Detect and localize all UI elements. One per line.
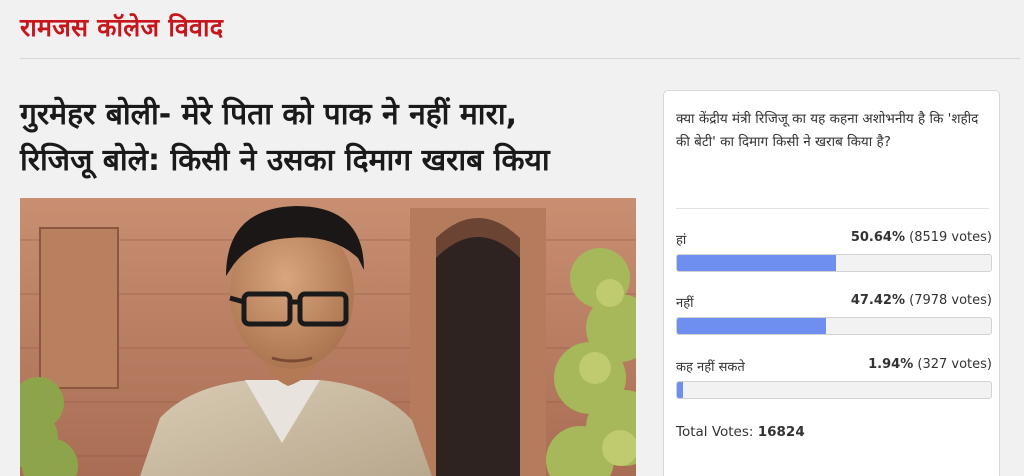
article-photo[interactable] <box>20 198 636 476</box>
poll-divider <box>676 208 989 209</box>
opinion-poll-widget: क्या केंद्रीय मंत्री रिजिजू का यह कहना अ… <box>663 90 1000 476</box>
poll-option-percent: 1.94% <box>868 357 914 372</box>
poll-option-votes: (7978 votes) <box>909 293 992 308</box>
poll-option-percent: 47.42% <box>850 293 905 308</box>
headline-line-1: गुरमेहर बोली- मेरे पिता को पाक ने नहीं म… <box>20 97 518 132</box>
poll-bar-fill <box>677 382 684 398</box>
poll-option-label: हां <box>676 233 687 248</box>
poll-option-stats: 47.42% (7978 votes) <box>851 293 992 308</box>
topic-header: रामजस कॉलेज विवाद <box>0 0 1024 60</box>
poll-option-stats: 50.64% (8519 votes) <box>851 230 992 245</box>
poll-option-votes: (327 votes) <box>917 357 992 372</box>
poll-question: क्या केंद्रीय मंत्री रिजिजू का यह कहना अ… <box>676 111 979 150</box>
poll-option-votes: (8519 votes) <box>909 230 992 245</box>
poll-bar-track <box>676 317 992 335</box>
total-votes-label: Total Votes: <box>676 424 754 440</box>
poll-bar-fill <box>677 255 836 271</box>
poll-bar-fill <box>677 318 826 334</box>
article-headline[interactable]: गुरमेहर बोली- मेरे पिता को पाक ने नहीं म… <box>20 92 640 184</box>
poll-option-percent: 50.64% <box>850 230 905 245</box>
poll-total-votes: Total Votes: 16824 <box>676 424 805 440</box>
total-votes-value: 16824 <box>757 424 805 440</box>
poll-bar-track <box>676 254 992 272</box>
poll-bar-track <box>676 381 992 399</box>
poll-option-stats: 1.94% (327 votes) <box>868 357 992 372</box>
headline-line-2: रिजिजू बोले: किसी ने उसका दिमाग खराब किय… <box>20 143 550 178</box>
topic-title[interactable]: रामजस कॉलेज विवाद <box>20 10 223 44</box>
poll-option-label: कह नहीं सकते <box>676 360 745 375</box>
topic-divider <box>20 58 1020 59</box>
poll-option-label: नहीं <box>676 296 694 311</box>
minister-photo-illustration <box>20 198 636 476</box>
